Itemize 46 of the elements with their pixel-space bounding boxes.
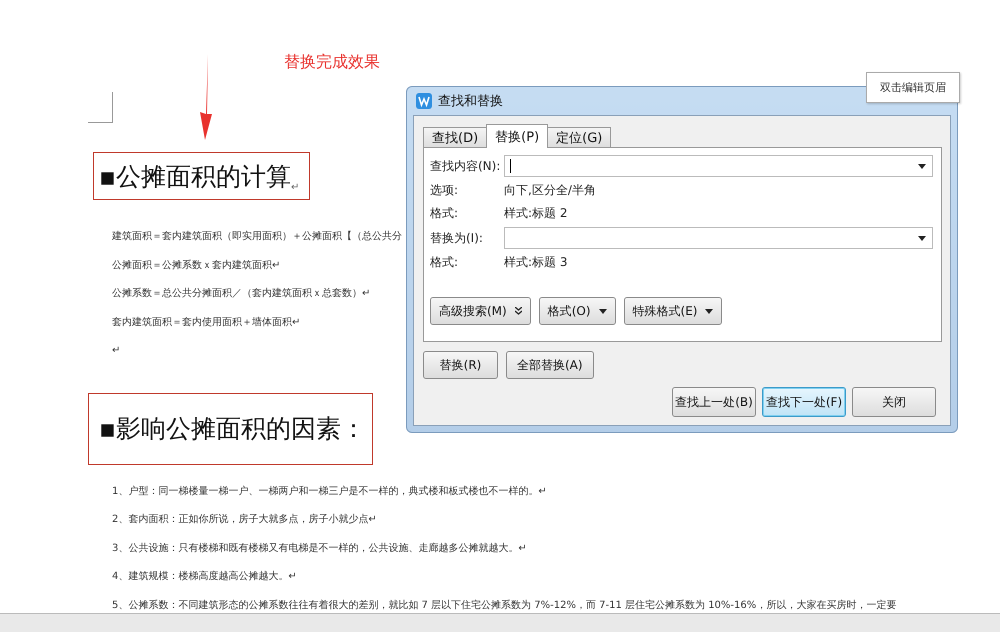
replace-button[interactable]: 替换(R) [423,351,498,379]
caret-icon [918,236,926,240]
tab[interactable]: 替换(P) [486,124,548,148]
info-label: 选项: [430,182,460,199]
dropdown-button[interactable]: 特殊格式(E) [624,297,722,325]
heading-text: ▪影响公摊面积的因素： [99,413,366,445]
tab[interactable]: 定位(G) [547,127,612,148]
field-label: 替换为(I): [430,230,484,246]
info-label: 格式: [430,205,460,222]
info-value: 样式:标题 3 [504,254,568,271]
paragraph-text: 1、户型：同一梯楼量一梯一户、一梯两户和一梯三户是不一样的，典式楼和板式楼也不一样的。↵ [112,484,547,498]
tab[interactable]: 查找(D) [423,127,488,148]
paragraph-text: 5、公摊系数：不同建筑形态的公摊系数往往有着很大的差别，就比如 7 层以下住宅公摊系数为 7%-12%，而 7-11 层住宅公摊系数为 10%-16%，所以，大家在买房时，一定要 [112,598,896,612]
window-title: 查找和替换 [438,93,503,110]
paragraph-text: 套内建筑面积＝套内使用面积＋墙体面积↵ [112,316,300,330]
page-corner-mark [88,92,113,123]
text-cursor [510,159,511,173]
info-value: 向下,区分全/半角 [504,182,596,199]
horizontal-scrollbar[interactable] [0,613,1000,632]
paragraph-text: 2、套内面积：正如你所说，房子大就多点，房子小就少点↵ [112,513,377,527]
dropdown-button[interactable]: 格式(O) [538,297,616,325]
paragraph-text: 公摊系数＝总公共分摊面积／（套内建筑面积ｘ总套数）↵ [112,287,370,301]
dialog-button[interactable]: 查找下一处(F) [762,387,846,417]
info-label: 格式: [430,254,460,271]
paragraph-text: 公摊面积＝公摊系数ｘ套内建筑面积↵ [112,258,280,272]
paragraph-text: 3、公共设施：只有楼梯和既有楼梯又有电梯是不一样的，公共设施、走廊越多公摊就越大。↵ [112,542,527,556]
annotation-text: 替换完成效果 [284,52,380,73]
paragraph-text: 建筑面积＝套内建筑面积（即实用面积）＋公摊面积【（总公共分 [112,230,402,244]
dialog-button[interactable]: 查找上一处(B) [672,387,756,417]
dialog-button[interactable]: 关闭 [852,387,936,417]
find-field[interactable] [504,155,933,177]
caret-icon [598,308,607,314]
caret-icon [705,308,714,314]
replace-field[interactable] [504,227,933,249]
caret-icon [918,164,926,168]
double-chevron-icon [514,307,522,315]
paragraph-text: 4、建筑规模：楼梯高度越高公摊越大。↵ [112,570,297,584]
field-label: 查找内容(N): [430,158,502,174]
app-logo-icon [416,93,432,109]
dropdown-button[interactable]: 高级搜索(M) [430,297,531,325]
info-value: 样式:标题 2 [504,205,568,222]
replace-button[interactable]: 全部替换(A) [506,351,594,379]
paragraph-text: ↵ [112,344,120,358]
heading-text: ▪公摊面积的计算 [99,161,291,193]
tooltip: 双击编辑页眉 [866,72,960,103]
paragraph-mark: ↵ [290,182,300,193]
